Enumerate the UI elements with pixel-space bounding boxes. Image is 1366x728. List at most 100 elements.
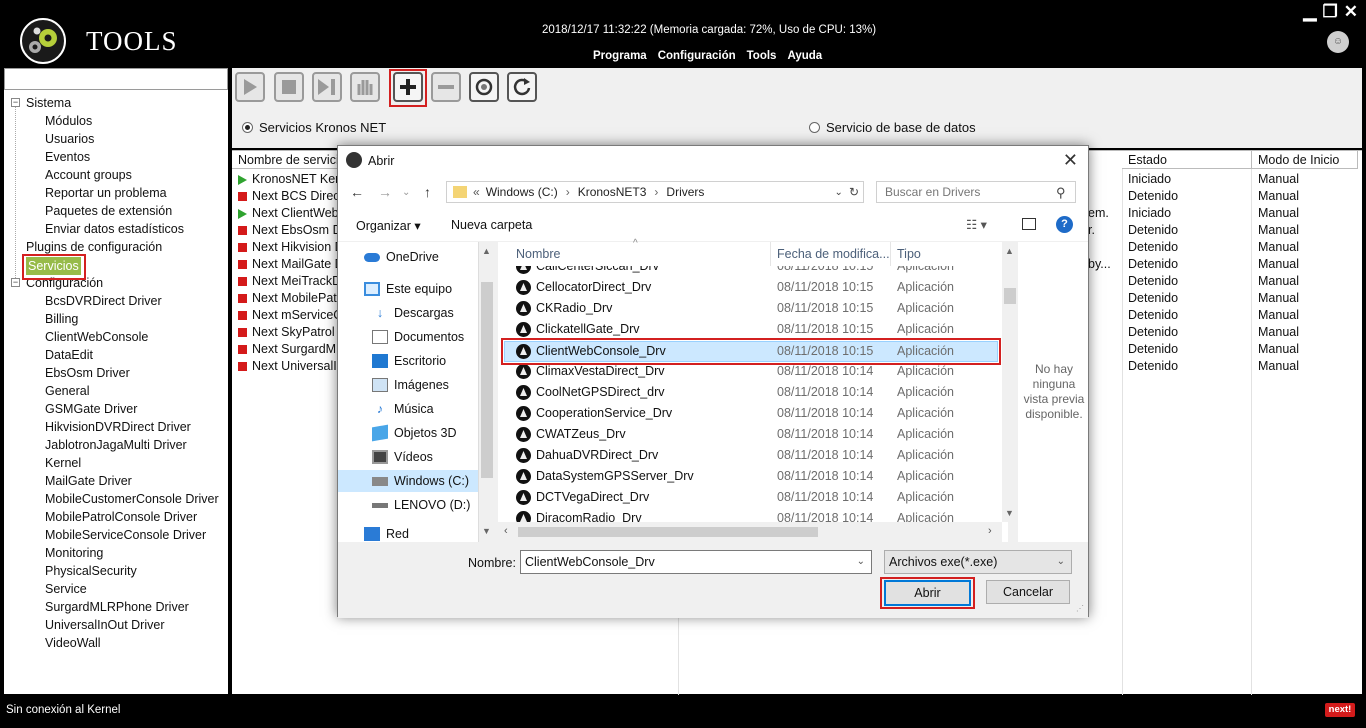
tree-node-eventos[interactable]: Eventos (45, 148, 90, 166)
view-options-icon[interactable]: ☷ ▾ (966, 217, 987, 232)
tree-node-config-child[interactable]: Monitoring (45, 544, 103, 562)
file-row[interactable]: CellocatorDirect_Drv 08/11/2018 10:15 Apli… (498, 277, 998, 298)
user-avatar-icon[interactable]: ☺ (1327, 31, 1349, 53)
breadcrumb-current[interactable]: Drivers (666, 185, 704, 199)
scroll-down-icon[interactable]: ▼ (482, 526, 491, 536)
file-row[interactable]: ClickatellGate_Drv 08/11/2018 10:15 Aplica… (498, 319, 998, 340)
file-list-hscrollbar[interactable]: ‹ › (498, 522, 1002, 542)
help-icon[interactable]: ? (1056, 216, 1073, 233)
nav-escritorio[interactable]: Escritorio (372, 350, 446, 372)
file-row[interactable]: DahuaDVRDirect_Drv 08/11/2018 10:14 Aplica… (498, 445, 998, 466)
address-bar[interactable]: « Windows (C:) › KronosNET3 › Drivers ⌄ … (446, 181, 864, 203)
restore-icon[interactable]: ❐ (1323, 2, 1338, 22)
tree-node-config-child[interactable]: Service (45, 580, 87, 598)
scroll-left-icon[interactable]: ‹ (504, 525, 508, 537)
add-service-button[interactable] (393, 72, 423, 102)
file-row[interactable]: ClientWebConsole_Drv 08/11/2018 10:15 Ap… (498, 341, 998, 362)
start-service-button[interactable] (235, 72, 265, 102)
filename-input[interactable]: ClientWebConsole_Drv ⌄ (520, 550, 872, 574)
tree-node-paquetes[interactable]: Paquetes de extensión (45, 202, 172, 220)
tree-node-reportar[interactable]: Reportar un problema (45, 184, 167, 202)
file-row[interactable]: CallCenterSiccan_Drv 08/11/2018 10:15 Apli… (498, 266, 998, 277)
breadcrumb-folder[interactable]: KronosNET3 (578, 185, 647, 199)
nav-musica[interactable]: ♪ Música (372, 398, 434, 420)
scroll-up-icon[interactable]: ▲ (482, 246, 491, 256)
radio-database-service[interactable]: Servicio de base de datos (809, 120, 976, 135)
nav-objetos-3d[interactable]: Objetos 3D (372, 422, 457, 444)
file-row[interactable]: DCTVegaDirect_Drv 08/11/2018 10:14 Aplicac… (498, 487, 998, 508)
column-header-estado[interactable]: Estado (1122, 151, 1252, 169)
preview-pane-icon[interactable] (1022, 218, 1036, 230)
forward-arrow-icon[interactable]: → (378, 184, 392, 200)
tree-node-config-child[interactable]: Billing (45, 310, 78, 328)
scroll-down-icon[interactable]: ▼ (1005, 508, 1014, 518)
column-header-modo[interactable]: Modo de Inicio (1252, 151, 1358, 169)
tree-node-config-child[interactable]: SurgardMLRPhone Driver (45, 598, 189, 616)
tree-node-usuarios[interactable]: Usuarios (45, 130, 94, 148)
nav-windows-c[interactable]: Windows (C:) (338, 470, 478, 492)
scroll-thumb[interactable] (481, 282, 493, 478)
tree-filter-input[interactable] (4, 68, 228, 90)
file-row[interactable]: DiracomRadio_Drv 08/11/2018 10:14 Aplicaci… (498, 508, 998, 522)
dropdown-chevron-icon[interactable]: ⌄ (835, 187, 843, 198)
scroll-thumb[interactable] (1004, 288, 1016, 304)
tree-node-config-child[interactable]: PhysicalSecurity (45, 562, 137, 580)
file-row[interactable]: CooperationService_Drv 08/11/2018 10:14 Ap… (498, 403, 998, 424)
open-button[interactable]: Abrir (884, 580, 971, 606)
collapse-icon[interactable]: − (11, 98, 20, 107)
radio-dot[interactable] (809, 122, 820, 133)
radio-dot-selected[interactable] (242, 122, 253, 133)
remove-service-button[interactable] (431, 72, 461, 102)
file-type-filter[interactable]: Archivos exe(*.exe) ⌄ (884, 550, 1072, 574)
tree-node-config-child[interactable]: MailGate Driver (45, 472, 132, 490)
tree-node-config-child[interactable]: MobileCustomerConsole Driver (45, 490, 219, 508)
column-header-nombre[interactable]: Nombre (510, 242, 771, 266)
tree-node-config-child[interactable]: HikvisionDVRDirect Driver (45, 418, 191, 436)
menu-tools[interactable]: Tools (747, 50, 777, 62)
tree-node-config-child[interactable]: ClientWebConsole (45, 328, 148, 346)
scroll-up-icon[interactable]: ▲ (1005, 246, 1014, 256)
tree-node-config-child[interactable]: JablotronJagaMulti Driver (45, 436, 187, 454)
tree-node-account-groups[interactable]: Account groups (45, 166, 132, 184)
tree-node-config-child[interactable]: UniversalInOut Driver (45, 616, 164, 634)
refresh-icon[interactable]: ↻ (849, 185, 859, 199)
menu-ayuda[interactable]: Ayuda (787, 50, 822, 62)
restart-button[interactable] (507, 72, 537, 102)
organize-menu[interactable]: Organizar ▾ (356, 218, 421, 233)
nav-documentos[interactable]: Documentos (372, 326, 464, 348)
tree-node-sistema[interactable]: Sistema (26, 94, 71, 112)
dialog-close-icon[interactable]: ✕ (1063, 150, 1078, 171)
tree-node-config-child[interactable]: General (45, 382, 89, 400)
column-header-fecha[interactable]: Fecha de modifica... (771, 242, 891, 266)
history-chevron-icon[interactable]: ⌄ (402, 187, 410, 198)
file-row[interactable]: CoolNetGPSDirect_drv 08/11/2018 10:14 Apli… (498, 382, 998, 403)
file-row[interactable]: CKRadio_Drv 08/11/2018 10:15 Aplicación (498, 298, 998, 319)
step-service-button[interactable] (312, 72, 342, 102)
tree-node-modulos[interactable]: Módulos (45, 112, 92, 130)
nav-descargas[interactable]: ↓ Descargas (372, 302, 454, 324)
nav-videos[interactable]: Vídeos (372, 446, 433, 468)
nav-imagenes[interactable]: Imágenes (372, 374, 449, 396)
menu-programa[interactable]: Programa (593, 50, 647, 62)
scroll-right-icon[interactable]: › (988, 525, 992, 537)
breadcrumb-drive[interactable]: Windows (C:) (486, 185, 558, 199)
tree-node-config-child[interactable]: EbsOsm Driver (45, 364, 130, 382)
dialog-search-input[interactable]: Buscar en Drivers (876, 181, 1076, 203)
column-header-tipo[interactable]: Tipo (891, 242, 1004, 266)
stop-service-button[interactable] (274, 72, 304, 102)
tree-node-enviar[interactable]: Enviar datos estadísticos (45, 220, 184, 238)
nav-este-equipo[interactable]: Este equipo (364, 278, 452, 300)
new-folder-button[interactable]: Nueva carpeta (451, 218, 532, 232)
nav-lenovo-d[interactable]: LENOVO (D:) (372, 494, 470, 516)
tree-node-config-child[interactable]: MobilePatrolConsole Driver (45, 508, 197, 526)
refresh-button[interactable] (469, 72, 499, 102)
tree-node-config-child[interactable]: BcsDVRDirect Driver (45, 292, 162, 310)
resize-grip-icon[interactable]: ⋰ (1076, 604, 1084, 613)
close-icon[interactable]: ✕ (1344, 2, 1358, 22)
file-row-selected[interactable]: ClientWebConsole_Drv 08/11/2018 10:15 Ap… (498, 341, 998, 362)
file-list-vscrollbar[interactable]: ▲ ▼ (1002, 242, 1018, 522)
dropdown-chevron-icon[interactable]: ⌄ (857, 551, 865, 573)
file-row[interactable]: DataSystemGPSServer_Drv 08/11/2018 10:14 A… (498, 466, 998, 487)
nav-red[interactable]: Red (364, 526, 409, 542)
scroll-thumb[interactable] (518, 527, 818, 537)
